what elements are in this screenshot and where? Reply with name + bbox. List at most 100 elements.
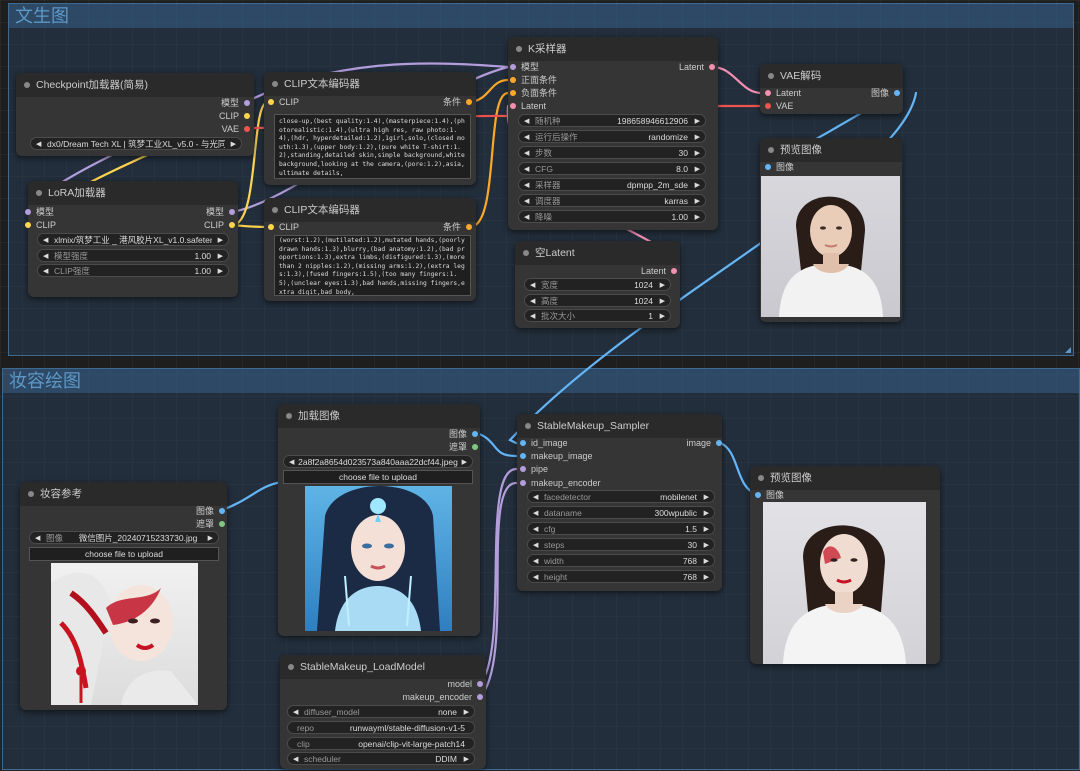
group-resize-handle[interactable] (1065, 347, 1071, 353)
input-latent[interactable]: Latent (510, 100, 546, 112)
output-model[interactable]: model (447, 678, 483, 690)
input-makeup-image[interactable]: makeup_image (520, 450, 593, 462)
input-model[interactable]: 模型 (25, 206, 54, 218)
sampler-select[interactable]: ◀ 采样器 dpmpp_2m_sde ▶ (518, 178, 706, 191)
input-id-image[interactable]: id_image (520, 437, 568, 449)
batch-size-input[interactable]: ◀ 批次大小 1 ▶ (524, 309, 671, 322)
node-collapse-dot[interactable] (272, 81, 278, 87)
node-clip-text-encode-negative[interactable]: CLIP文本编码器 CLIP 条件 (worst:1.2),(mutilated… (264, 198, 476, 301)
output-conditioning[interactable]: 条件 (443, 221, 472, 233)
node-collapse-dot[interactable] (523, 250, 529, 256)
strength-model-slider[interactable]: ◀ 模型强度 1.00 ▶ (37, 249, 229, 262)
node-header[interactable]: K采样器 (508, 37, 718, 61)
height-input[interactable]: ◀ height 768 ▶ (527, 570, 715, 583)
scheduler-select[interactable]: ◀ 调度器 karras ▶ (518, 194, 706, 207)
node-header[interactable]: 预览图像 (760, 138, 902, 162)
node-header[interactable]: 预览图像 (750, 466, 940, 490)
node-empty-latent[interactable]: 空Latent Latent ◀ 宽度 1024 ▶ ◀ 高度 1024 ▶ ◀ 批次大小 1 ▶ (515, 241, 680, 328)
node-collapse-dot[interactable] (286, 413, 292, 419)
node-header[interactable]: 加载图像 (278, 404, 480, 428)
repo-input[interactable]: repo runwayml/stable-diffusion-v1-5 (287, 721, 475, 734)
seed-input[interactable]: ◀ 随机种 198658946612906 ▶ (518, 114, 706, 127)
cfg-input[interactable]: ◀ CFG 8.0 ▶ (518, 162, 706, 175)
node-collapse-dot[interactable] (24, 82, 30, 88)
node-checkpoint-loader[interactable]: Checkpoint加载器(简易) 模型 CLIP VAE ◀ dx0/Drea… (16, 73, 254, 156)
output-model[interactable]: 模型 (221, 97, 250, 109)
height-input[interactable]: ◀ 高度 1024 ▶ (524, 294, 671, 307)
node-header[interactable]: CLIP文本编码器 (264, 72, 476, 96)
node-header[interactable]: 妆容参考 (20, 482, 227, 506)
input-model[interactable]: 模型 (510, 61, 539, 73)
node-collapse-dot[interactable] (28, 491, 34, 497)
node-vae-decode[interactable]: VAE解码 Latent VAE 图像 (760, 64, 903, 114)
output-vae[interactable]: VAE (222, 123, 250, 135)
input-clip[interactable]: CLIP (268, 96, 299, 108)
node-lora-loader[interactable]: LoRA加载器 模型 CLIP 模型 CLIP ◀ xlmix/筑梦工业 _ 港… (25, 181, 238, 297)
ckpt-name-select[interactable]: ◀ dx0/Dream Tech XL | 筑梦工业XL_v5.0 - 与光同尘… (30, 137, 242, 150)
clip-input[interactable]: clip openai/clip-vit-large-patch14 (287, 737, 475, 750)
node-load-image[interactable]: 加载图像 图像 遮罩 ◀ 2a8f2a8654d023573a840aaa22d… (278, 404, 480, 636)
node-header[interactable]: Checkpoint加载器(简易) (16, 73, 254, 97)
node-stablemakeup-sampler[interactable]: StableMakeup_Sampler id_image makeup_ima… (517, 414, 722, 591)
node-collapse-dot[interactable] (272, 207, 278, 213)
node-collapse-dot[interactable] (758, 475, 764, 481)
output-latent[interactable]: Latent (679, 61, 715, 73)
node-header[interactable]: VAE解码 (760, 64, 903, 88)
cfg-input[interactable]: ◀ cfg 1.5 ▶ (527, 522, 715, 535)
output-image[interactable]: 图像 (449, 428, 478, 440)
node-ksampler[interactable]: K采样器 模型 正面条件 负面条件 Latent Latent ◀ 随机种 1986… (508, 37, 718, 230)
output-clip[interactable]: CLIP (219, 110, 250, 122)
node-collapse-dot[interactable] (768, 147, 774, 153)
lora-name-select[interactable]: ◀ xlmix/筑梦工业 _ 港风胶片XL_v1.0.safetensors ▶ (37, 233, 229, 246)
output-image[interactable]: 图像 (871, 87, 900, 99)
choose-file-button[interactable]: choose file to upload (29, 547, 219, 561)
makeup-image-select[interactable]: ◀ 图像 微信图片_20240715233730.jpg ▶ (29, 531, 219, 544)
node-clip-text-encode-positive[interactable]: CLIP文本编码器 CLIP 条件 close-up,(best quality… (264, 72, 476, 185)
output-conditioning[interactable]: 条件 (443, 96, 472, 108)
scheduler-select[interactable]: ◀ scheduler DDIM ▶ (287, 752, 475, 765)
input-image[interactable]: 图像 (765, 161, 794, 173)
node-collapse-dot[interactable] (768, 73, 774, 79)
input-makeup-encoder[interactable]: makeup_encoder (520, 477, 601, 489)
input-vae[interactable]: VAE (765, 100, 793, 112)
steps-input[interactable]: ◀ steps 30 ▶ (527, 538, 715, 551)
input-clip[interactable]: CLIP (268, 221, 299, 233)
negative-prompt-textarea[interactable]: (worst:1.2),(mutilated:1.2),mutated hand… (274, 235, 471, 296)
node-header[interactable]: LoRA加载器 (28, 181, 238, 205)
node-collapse-dot[interactable] (516, 46, 522, 52)
output-image[interactable]: image (686, 437, 722, 449)
node-header[interactable]: CLIP文本编码器 (264, 198, 476, 222)
input-latent[interactable]: Latent (765, 87, 801, 99)
positive-prompt-textarea[interactable]: close-up,(best quality:1.4),(masterpiece… (274, 114, 471, 179)
output-image[interactable]: 图像 (196, 505, 225, 517)
node-stablemakeup-loadmodel[interactable]: StableMakeup_LoadModel model makeup_enco… (280, 655, 486, 769)
node-collapse-dot[interactable] (288, 664, 294, 670)
dataname-select[interactable]: ◀ dataname 300wpublic ▶ (527, 506, 715, 519)
output-clip[interactable]: CLIP (204, 219, 235, 231)
node-header[interactable]: StableMakeup_Sampler (517, 414, 722, 438)
input-negative[interactable]: 负面条件 (510, 87, 557, 99)
output-mask[interactable]: 遮罩 (449, 441, 478, 453)
input-image[interactable]: 图像 (755, 489, 784, 501)
width-input[interactable]: ◀ 宽度 1024 ▶ (524, 278, 671, 291)
output-mask[interactable]: 遮罩 (196, 518, 225, 530)
node-collapse-dot[interactable] (36, 190, 42, 196)
node-preview-image-2[interactable]: 预览图像 图像 (750, 466, 940, 664)
node-collapse-dot[interactable] (525, 423, 531, 429)
control-after-generate-select[interactable]: ◀ 运行后操作 randomize ▶ (518, 130, 706, 143)
denoise-input[interactable]: ◀ 降噪 1.00 ▶ (518, 210, 706, 223)
input-clip[interactable]: CLIP (25, 219, 56, 231)
output-model[interactable]: 模型 (206, 206, 235, 218)
output-latent[interactable]: Latent (641, 265, 677, 277)
node-preview-image-1[interactable]: 预览图像 图像 (760, 138, 902, 322)
input-positive[interactable]: 正面条件 (510, 74, 557, 86)
node-header[interactable]: StableMakeup_LoadModel (280, 655, 486, 679)
facedetector-select[interactable]: ◀ facedetector mobilenet ▶ (527, 490, 715, 503)
node-makeup-reference[interactable]: 妆容参考 图像 遮罩 ◀ 图像 微信图片_20240715233730.jpg ▶… (20, 482, 227, 710)
steps-input[interactable]: ◀ 步数 30 ▶ (518, 146, 706, 159)
strength-clip-slider[interactable]: ◀ CLIP强度 1.00 ▶ (37, 264, 229, 277)
output-makeup-encoder[interactable]: makeup_encoder (402, 691, 483, 703)
diffuser-model-select[interactable]: ◀ diffuser_model none ▶ (287, 705, 475, 718)
width-input[interactable]: ◀ width 768 ▶ (527, 554, 715, 567)
choose-file-button[interactable]: choose file to upload (283, 470, 473, 484)
